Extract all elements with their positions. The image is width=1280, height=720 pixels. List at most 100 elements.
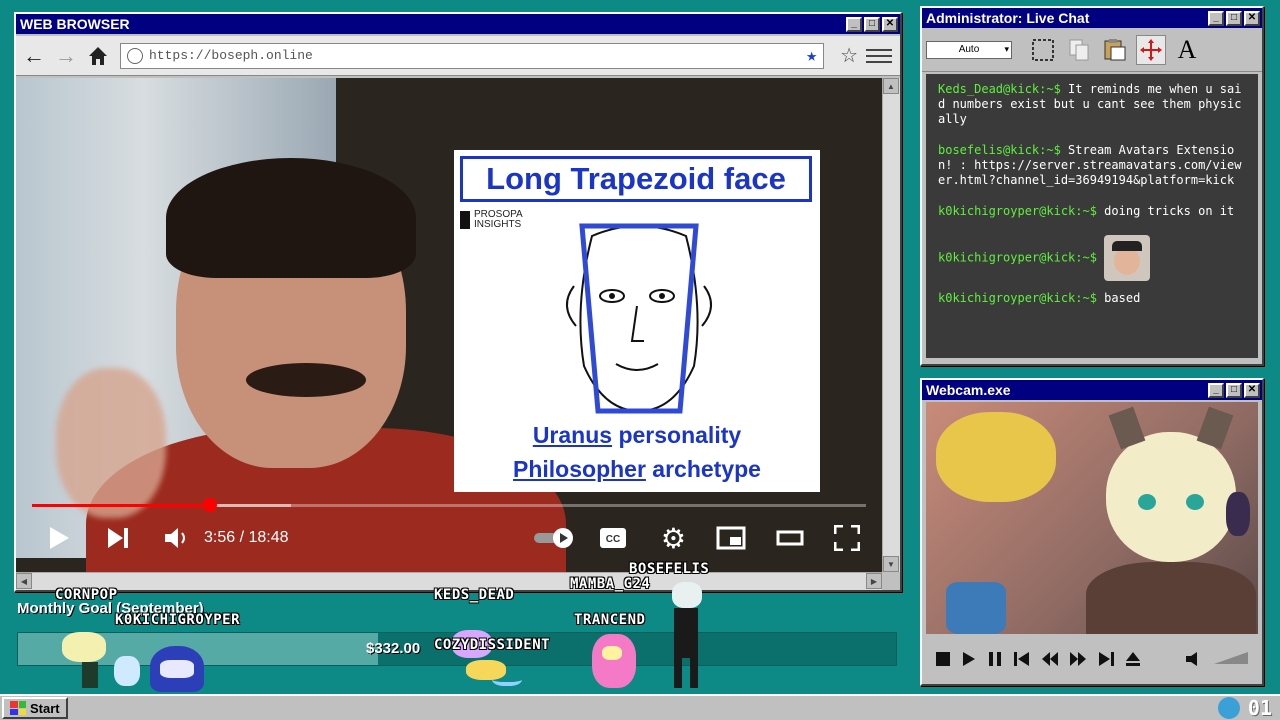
live-chat-window: Administrator: Live Chat _ □ ✕ Auto A Ke… bbox=[920, 6, 1264, 366]
avatar-name-k0kichigroyper: K0KICHIGROYPER bbox=[115, 612, 241, 628]
copy-icon bbox=[1069, 39, 1089, 60]
scroll-right-arrow[interactable]: ▶ bbox=[866, 573, 882, 589]
player-controls: 3:56 / 18:48 CC ⚙ bbox=[16, 518, 882, 558]
play-icon bbox=[963, 651, 975, 666]
webcam-titlebar[interactable]: Webcam.exe _ □ ✕ bbox=[922, 380, 1262, 400]
taskbar: Start 01 bbox=[0, 694, 1280, 720]
volume-icon bbox=[165, 528, 185, 548]
svg-text:CC: CC bbox=[606, 534, 620, 545]
slide-title: Long Trapezoid face bbox=[460, 156, 812, 202]
pause-icon bbox=[989, 651, 1001, 666]
favorites-star-icon[interactable]: ☆ bbox=[840, 43, 858, 68]
monthly-goal-amount: $332.00 bbox=[366, 640, 421, 657]
chat-log[interactable]: Keds_Dead@kick:~$ It reminds me when u s… bbox=[926, 74, 1258, 358]
chat-username: Keds_Dead@kick:~$ bbox=[938, 82, 1061, 96]
url-text: https://boseph.online bbox=[149, 48, 313, 63]
volume-button[interactable] bbox=[164, 527, 190, 549]
vertical-scrollbar[interactable]: ▲ ▼ bbox=[882, 78, 900, 572]
chat-message: Keds_Dead@kick:~$ It reminds me when u s… bbox=[938, 82, 1246, 127]
webcam-title: Webcam.exe bbox=[926, 382, 1011, 398]
avatar-sprite-keds-dead bbox=[446, 626, 526, 690]
back-button[interactable]: ← bbox=[20, 42, 48, 70]
home-icon bbox=[89, 46, 107, 65]
chat-username: bosefelis@kick:~$ bbox=[938, 143, 1061, 157]
chat-username: k0kichigroyper@kick:~$ bbox=[938, 250, 1097, 265]
webcam-media-controls bbox=[922, 638, 1262, 684]
copy-button[interactable] bbox=[1064, 35, 1094, 65]
maximize-button[interactable]: □ bbox=[864, 16, 880, 32]
autoplay-toggle-icon bbox=[533, 528, 573, 548]
progress-scrubber[interactable] bbox=[202, 498, 217, 512]
miniplayer-icon bbox=[716, 526, 746, 550]
captions-icon: CC bbox=[599, 528, 626, 548]
system-tray: 01 bbox=[1217, 696, 1272, 720]
select-tool-button[interactable] bbox=[1028, 35, 1058, 65]
paste-button[interactable] bbox=[1100, 35, 1130, 65]
next-button[interactable] bbox=[106, 527, 130, 549]
letter-a-icon: A bbox=[1177, 34, 1197, 64]
skip-next-icon bbox=[108, 528, 128, 548]
scroll-down-arrow[interactable]: ▼ bbox=[883, 556, 899, 572]
slide-overlay: Long Trapezoid face PROSOPA INSIGHTS Uran… bbox=[454, 150, 820, 492]
vtuber-avatar-head bbox=[1106, 432, 1236, 562]
webcam-minimize-button[interactable]: _ bbox=[1208, 382, 1224, 398]
miniplayer-button[interactable] bbox=[716, 526, 746, 550]
tray-network-icon[interactable] bbox=[1217, 697, 1240, 719]
scroll-up-arrow[interactable]: ▲ bbox=[883, 78, 899, 94]
webcam-volume-button[interactable] bbox=[1186, 651, 1202, 671]
settings-button[interactable]: ⚙ bbox=[661, 522, 686, 555]
font-tool-button[interactable]: A bbox=[1172, 35, 1202, 65]
hamburger-menu-icon[interactable] bbox=[866, 48, 892, 63]
avatar-sprite-trancend bbox=[578, 630, 658, 692]
bookmark-star-icon[interactable]: ★ bbox=[806, 45, 817, 67]
eject-button[interactable] bbox=[1126, 651, 1140, 671]
avatar-name-cornpop: CORNPOP bbox=[55, 587, 118, 603]
browser-titlebar[interactable]: WEB BROWSER _ □ ✕ bbox=[16, 14, 900, 34]
webcam-close-button[interactable]: ✕ bbox=[1244, 382, 1260, 398]
pause-button[interactable] bbox=[988, 651, 1002, 671]
windows-logo-icon bbox=[10, 701, 26, 715]
font-size-select[interactable]: Auto bbox=[926, 40, 1012, 59]
volume-slider[interactable] bbox=[1214, 651, 1248, 671]
video-player[interactable]: Long Trapezoid face PROSOPA INSIGHTS Uran… bbox=[16, 78, 882, 572]
skip-next-icon bbox=[1099, 651, 1114, 666]
rewind-button[interactable] bbox=[1042, 651, 1058, 671]
previous-button[interactable] bbox=[1014, 651, 1030, 671]
webcam-maximize-button[interactable]: □ bbox=[1226, 382, 1242, 398]
close-button[interactable]: ✕ bbox=[882, 16, 898, 32]
fullscreen-icon bbox=[834, 525, 860, 551]
fullscreen-button[interactable] bbox=[834, 525, 860, 551]
stop-button[interactable] bbox=[936, 651, 950, 671]
chat-titlebar[interactable]: Administrator: Live Chat _ □ ✕ bbox=[922, 8, 1262, 28]
avatar-name-bosefelis: BOSEFELIS bbox=[629, 561, 710, 577]
minimize-button[interactable]: _ bbox=[846, 16, 862, 32]
start-button[interactable]: Start bbox=[2, 697, 68, 719]
progress-bar[interactable] bbox=[32, 498, 866, 512]
play-button-webcam[interactable] bbox=[962, 651, 976, 671]
chat-close-button[interactable]: ✕ bbox=[1244, 10, 1260, 26]
rewind-icon bbox=[1042, 651, 1058, 666]
gear-icon: ⚙ bbox=[660, 522, 686, 554]
marquee-select-icon bbox=[1032, 38, 1054, 61]
move-tool-button[interactable] bbox=[1136, 34, 1166, 65]
captions-button[interactable]: CC bbox=[599, 527, 627, 549]
play-icon bbox=[50, 527, 69, 549]
theater-icon bbox=[776, 530, 804, 546]
browser-title: WEB BROWSER bbox=[20, 16, 130, 32]
next-button-webcam[interactable] bbox=[1098, 651, 1114, 671]
chat-minimize-button[interactable]: _ bbox=[1208, 10, 1224, 26]
arrow-left-icon: ← bbox=[23, 42, 45, 68]
skip-previous-icon bbox=[1014, 651, 1029, 666]
play-button[interactable] bbox=[48, 526, 70, 550]
autoplay-toggle[interactable] bbox=[533, 527, 575, 549]
scroll-left-arrow[interactable]: ◀ bbox=[16, 573, 32, 589]
theater-mode-button[interactable] bbox=[776, 530, 804, 546]
url-field[interactable]: https://boseph.online ★ bbox=[120, 42, 825, 69]
chat-message: k0kichigroyper@kick:~$ doing tricks on i… bbox=[938, 204, 1246, 219]
chat-maximize-button[interactable]: □ bbox=[1226, 10, 1242, 26]
home-button[interactable] bbox=[84, 42, 112, 70]
chat-toolbar: Auto A bbox=[922, 28, 1262, 72]
chat-message: bosefelis@kick:~$ Stream Avatars Extensi… bbox=[938, 143, 1246, 188]
forward-button[interactable]: → bbox=[52, 42, 80, 70]
fast-forward-button[interactable] bbox=[1070, 651, 1086, 671]
